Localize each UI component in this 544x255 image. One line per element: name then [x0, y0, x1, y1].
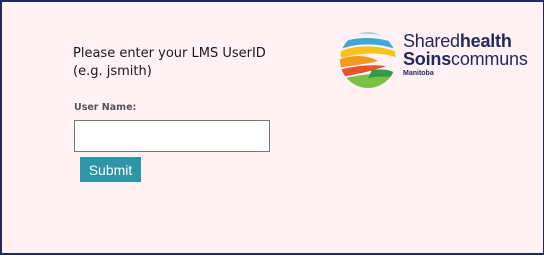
username-input[interactable]	[74, 120, 270, 152]
logo-wordmark: Sharedhealth Soinscommuns Manitoba	[403, 32, 528, 78]
login-panel: Please enter your LMS UserID (e.g. jsmit…	[0, 0, 544, 255]
login-prompt: Please enter your LMS UserID (e.g. jsmit…	[73, 45, 313, 81]
username-label: User Name:	[74, 102, 137, 113]
shared-health-logo-mark-icon	[340, 32, 396, 88]
logo-word-health: health	[459, 31, 512, 51]
logo-word-communs: communs	[451, 49, 528, 69]
prompt-line-1: Please enter your LMS UserID	[73, 46, 266, 61]
logo-word-manitoba: Manitoba	[403, 70, 434, 77]
prompt-line-2: (e.g. jsmith)	[73, 64, 152, 79]
logo-word-shared: Shared	[403, 31, 460, 51]
shared-health-logo: Sharedhealth Soinscommuns Manitoba	[338, 28, 538, 94]
submit-button[interactable]: Submit	[80, 157, 141, 182]
logo-word-soins: Soins	[403, 49, 452, 69]
